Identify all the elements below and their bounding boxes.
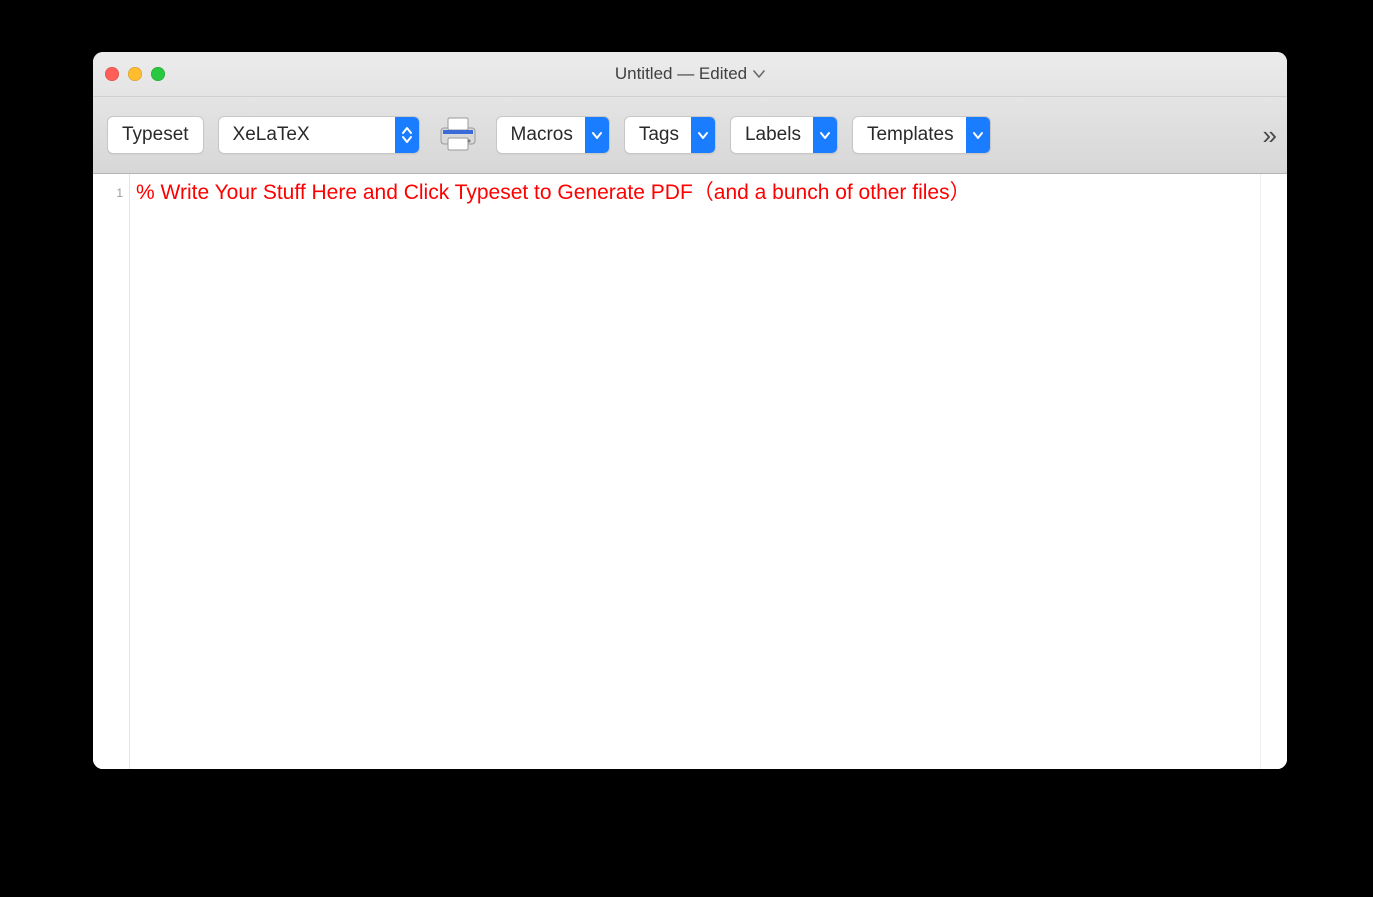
window-title[interactable]: Untitled — Edited xyxy=(615,64,765,84)
window-controls xyxy=(105,52,165,96)
minimize-icon[interactable] xyxy=(128,67,142,81)
labels-select-label: Labels xyxy=(731,117,813,153)
close-icon[interactable] xyxy=(105,67,119,81)
tags-select-label: Tags xyxy=(625,117,691,153)
zoom-icon[interactable] xyxy=(151,67,165,81)
templates-select[interactable]: Templates xyxy=(852,116,991,154)
editor-right-margin xyxy=(1260,174,1287,769)
templates-select-label: Templates xyxy=(853,117,966,153)
chevron-down-icon xyxy=(813,117,837,153)
line-number: 1 xyxy=(93,180,129,206)
chevron-down-icon xyxy=(966,117,990,153)
printer-icon xyxy=(435,110,481,161)
labels-select[interactable]: Labels xyxy=(730,116,838,154)
macros-select[interactable]: Macros xyxy=(496,116,610,154)
engine-select[interactable]: XeLaTeX xyxy=(218,116,420,154)
engine-select-value: XeLaTeX xyxy=(219,117,395,153)
toolbar: Typeset XeLaTeX xyxy=(93,97,1287,174)
toolbar-overflow-button[interactable]: » xyxy=(1263,97,1271,173)
code-line: % Write Your Stuff Here and Click Typese… xyxy=(136,181,971,204)
print-button[interactable] xyxy=(434,111,482,159)
chevron-down-icon xyxy=(585,117,609,153)
line-gutter: 1 xyxy=(93,174,130,769)
app-window: Untitled — Edited Typeset XeLaTeX xyxy=(93,52,1287,769)
typeset-button[interactable]: Typeset xyxy=(107,116,204,154)
code-content[interactable]: % Write Your Stuff Here and Click Typese… xyxy=(130,174,1287,769)
chevron-double-right-icon: » xyxy=(1263,120,1271,151)
updown-arrows-icon xyxy=(395,117,419,153)
macros-select-label: Macros xyxy=(497,117,585,153)
typeset-button-label: Typeset xyxy=(122,124,189,146)
tags-select[interactable]: Tags xyxy=(624,116,716,154)
titlebar[interactable]: Untitled — Edited xyxy=(93,52,1287,97)
window-title-text: Untitled — Edited xyxy=(615,64,747,84)
chevron-down-icon[interactable] xyxy=(753,69,765,79)
editor-area[interactable]: 1 % Write Your Stuff Here and Click Type… xyxy=(93,174,1287,769)
chevron-down-icon xyxy=(691,117,715,153)
